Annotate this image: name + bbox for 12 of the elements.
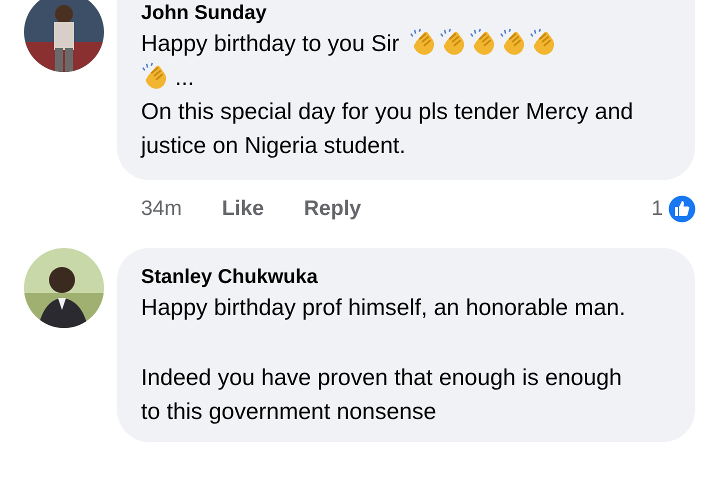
comment-text: Happy birthday to you Sir	[141, 29, 400, 58]
comment-action-link[interactable]: Reply	[304, 197, 362, 221]
comment-text: Happy birthday prof himself, an honorable man.	[141, 293, 627, 322]
comment-text: ...	[175, 63, 194, 92]
thumbs-up-icon	[667, 194, 697, 224]
reaction-count: 1	[651, 197, 663, 221]
comment-action-link[interactable]: Like	[222, 197, 264, 221]
comment-text: On this special day for you pls tender Mercy and justice on Nigeria student.	[141, 97, 634, 160]
commenter-name[interactable]: John Sunday	[141, 0, 267, 26]
commenter-name[interactable]: Stanley Chukwuka	[141, 264, 318, 290]
comment-text: Indeed you have proven that enough is enough to this government nonsense	[141, 363, 623, 426]
comment-time: 34m	[141, 197, 182, 221]
